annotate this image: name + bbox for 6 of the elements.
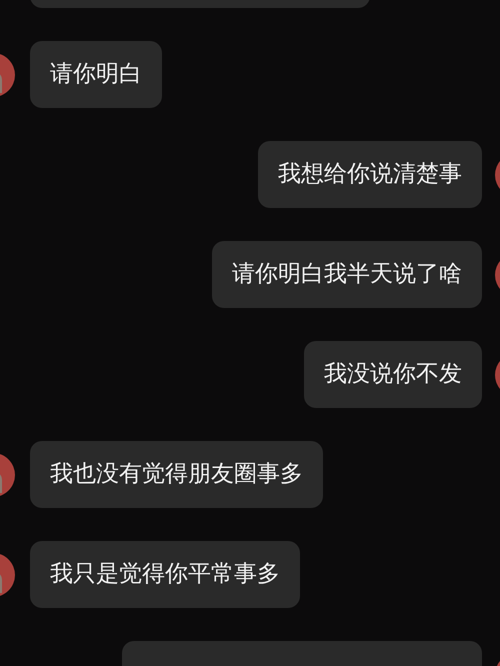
message-bubble: 请你明白我半天说了啥 — [212, 241, 482, 308]
message-bubble: 我只是觉得你平常事多 — [30, 541, 300, 608]
message-bubble: 请你明白 — [30, 41, 162, 108]
message-bubble: 我没说你不发 — [304, 341, 482, 408]
message-bubble: 我也没有觉得朋友圈事多 — [30, 441, 323, 508]
message-bubble: 我想给你说清楚事 — [258, 141, 482, 208]
